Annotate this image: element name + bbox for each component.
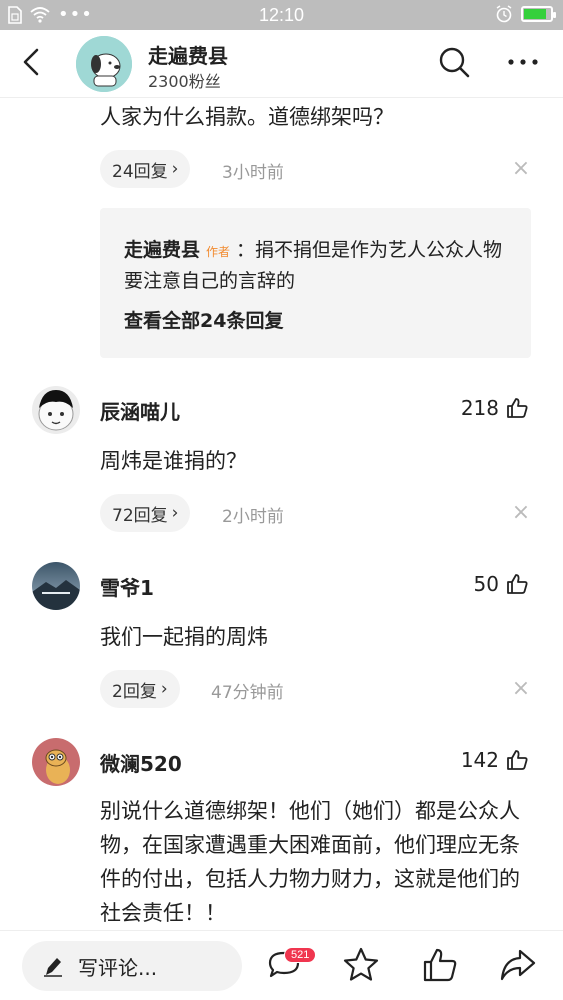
thumbs-up-icon[interactable] <box>420 945 460 985</box>
comment-item: 微澜520 142 别说什么道德绑架！他们（她们）都是公众人物，在国家遭遇重大困… <box>0 738 563 930</box>
close-icon[interactable]: × <box>510 158 532 180</box>
like-count: 142 <box>460 748 499 772</box>
thumbs-up-icon <box>507 398 528 418</box>
comment-input-placeholder: 写评论... <box>78 955 158 980</box>
comment-time: 47分钟前 <box>211 683 284 703</box>
author-badge: 作者 <box>206 245 231 259</box>
comment-time: 3小时前 <box>222 163 284 183</box>
like-count: 218 <box>460 396 499 420</box>
chevron-right-icon: › <box>171 159 179 179</box>
replies-label: 24回复 <box>112 161 168 182</box>
commenter-name[interactable]: 辰涵喵儿 <box>100 396 180 425</box>
close-icon[interactable]: × <box>510 678 532 700</box>
like-count: 50 <box>473 572 499 596</box>
battery-icon <box>521 6 556 22</box>
chevron-right-icon: › <box>160 679 168 699</box>
replies-button[interactable]: 2回复 › <box>100 670 180 708</box>
bottom-bar: 写评论... 521 <box>0 930 563 1000</box>
comment-text: 周炜是谁捐的？ <box>100 449 247 473</box>
avatar[interactable] <box>32 386 80 434</box>
avatar[interactable] <box>32 562 80 610</box>
avatar[interactable] <box>76 36 132 92</box>
fans-count: 2300粉丝 <box>148 72 221 91</box>
more-icon[interactable] <box>503 44 543 80</box>
replies-label: 2回复 <box>112 681 157 702</box>
commenter-name[interactable]: 微澜520 <box>100 748 182 777</box>
comment-item: 雪爷1 50 我们一起捐的周炜 2回复 › 47分钟前 × <box>0 562 563 722</box>
status-bar: ••• 12:10 <box>0 0 563 30</box>
like-button[interactable]: 218 <box>461 396 529 420</box>
comment-item: 辰涵喵儿 218 周炜是谁捐的？ 72回复 › 2小时前 × <box>0 386 563 546</box>
author-reply-box[interactable]: 走遍费县 作者 ：捐不捐但是作为艺人公众人物要注意自己的言辞的 查看全部24条回复 <box>100 208 531 358</box>
comment-text: 人家为什么捐款。道德绑架吗？ <box>100 105 394 129</box>
author-reply-name: 走遍费县 <box>124 239 201 261</box>
header: 走遍费县 2300粉丝 <box>0 30 563 98</box>
comment-text: 别说什么道德绑架！他们（她们）都是公众人物，在国家遭遇重大困难面前，他们理应无条… <box>100 799 520 925</box>
commenter-name[interactable]: 雪爷1 <box>100 572 154 601</box>
star-icon[interactable] <box>341 945 381 985</box>
thumbs-up-icon <box>507 750 528 770</box>
comment-time: 2小时前 <box>222 507 284 527</box>
chevron-right-icon: › <box>171 503 179 523</box>
avatar[interactable] <box>32 738 80 786</box>
alarm-icon <box>496 5 512 23</box>
like-button[interactable]: 50 <box>474 572 529 596</box>
comment-text: 我们一起捐的周炜 <box>100 625 268 649</box>
thumbs-up-icon <box>507 574 528 594</box>
account-name[interactable]: 走遍费县 <box>148 40 228 69</box>
share-icon[interactable] <box>498 945 538 985</box>
search-icon[interactable] <box>436 44 472 80</box>
comment-input[interactable]: 写评论... <box>22 941 242 991</box>
replies-label: 72回复 <box>112 505 168 526</box>
replies-button[interactable]: 72回复 › <box>100 494 191 532</box>
pen-icon <box>44 958 62 977</box>
replies-button[interactable]: 24回复 › <box>100 150 191 188</box>
back-icon[interactable] <box>14 44 50 80</box>
like-button[interactable]: 142 <box>461 748 529 772</box>
comment-list: 人家为什么捐款。道德绑架吗？ 24回复 › 3小时前 × 走遍费县 作者 ：捐不捐但… <box>0 98 563 930</box>
status-time: 12:10 <box>258 5 305 25</box>
comment-count-badge: 521 <box>284 947 317 963</box>
view-all-replies-link[interactable]: 查看全部24条回复 <box>124 306 283 333</box>
close-icon[interactable]: × <box>510 502 532 524</box>
